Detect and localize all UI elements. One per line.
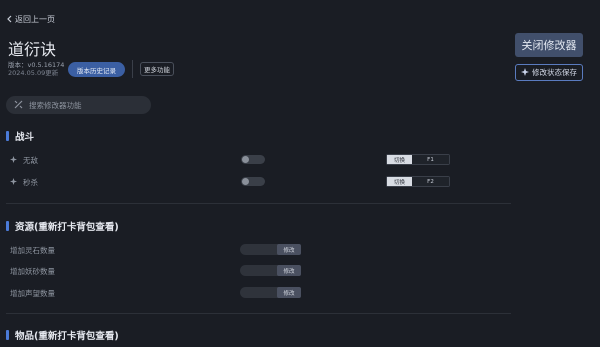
search-input[interactable]: 搜索修改器功能 xyxy=(6,96,151,114)
row-spirit-stone-label: 增加灵石数量 xyxy=(10,246,55,255)
divider xyxy=(132,60,133,78)
modify-button[interactable]: 修改 xyxy=(277,287,301,298)
row-demon-sand-label: 增加妖砂数量 xyxy=(10,267,55,276)
tools-icon xyxy=(14,100,23,111)
more-features-button[interactable]: 更多功能 xyxy=(140,62,174,76)
section-resources-header: 资源(重新打卡背包查看) xyxy=(6,219,119,233)
save-state-label: 修改状态保存 xyxy=(532,68,577,77)
close-trainer-button[interactable]: 关闭修改器 xyxy=(515,33,583,57)
hotkey-label: F2 xyxy=(412,177,449,186)
section-divider xyxy=(6,203,511,204)
row-invincible-label: 无敌 xyxy=(10,155,38,166)
back-link[interactable]: 返回上一页 xyxy=(6,14,55,25)
sparkle-icon xyxy=(10,156,17,165)
row-label: 秒杀 xyxy=(23,178,38,187)
switch-button[interactable]: 切换 xyxy=(387,155,412,164)
section-marker xyxy=(6,221,9,231)
back-label: 返回上一页 xyxy=(15,15,55,24)
row-instakill-label: 秒杀 xyxy=(10,177,38,188)
reputation-modify[interactable]: 修改 xyxy=(240,287,301,298)
sparkle-icon xyxy=(10,178,17,187)
section-battle-header: 战斗 xyxy=(6,129,34,143)
save-state-button[interactable]: 修改状态保存 xyxy=(515,64,583,81)
invincible-hotkey[interactable]: 切换 F1 xyxy=(386,154,450,165)
modify-button[interactable]: 修改 xyxy=(277,244,301,255)
demon-sand-modify[interactable]: 修改 xyxy=(240,265,301,276)
section-items-header: 物品(重新打卡背包查看) xyxy=(6,328,119,342)
chevron-left-icon xyxy=(6,15,12,25)
section-title: 战斗 xyxy=(15,132,35,143)
instakill-toggle[interactable] xyxy=(241,177,265,186)
section-title: 物品(重新打卡背包查看) xyxy=(15,331,119,342)
section-marker xyxy=(6,131,9,141)
update-date: 2024.05.09更新 xyxy=(8,69,59,77)
version-text: 版本：v0.5.16174 xyxy=(8,61,65,69)
version-info: 版本：v0.5.16174 2024.05.09更新 xyxy=(8,61,64,77)
row-label: 无敌 xyxy=(23,156,38,165)
modify-button[interactable]: 修改 xyxy=(277,265,301,276)
row-reputation-label: 增加声望数量 xyxy=(10,289,55,298)
spirit-stone-modify[interactable]: 修改 xyxy=(240,244,301,255)
version-history-button[interactable]: 版本历史记录 xyxy=(68,62,125,77)
hotkey-label: F1 xyxy=(412,155,449,164)
switch-button[interactable]: 切换 xyxy=(387,177,412,186)
section-marker xyxy=(6,330,9,340)
invincible-toggle[interactable] xyxy=(241,155,265,164)
section-title: 资源(重新打卡背包查看) xyxy=(15,222,119,233)
section-divider xyxy=(6,313,511,314)
search-placeholder: 搜索修改器功能 xyxy=(29,100,82,110)
sparkle-icon xyxy=(521,67,529,78)
page-title: 道衍诀 xyxy=(8,40,57,59)
instakill-hotkey[interactable]: 切换 F2 xyxy=(386,176,450,187)
